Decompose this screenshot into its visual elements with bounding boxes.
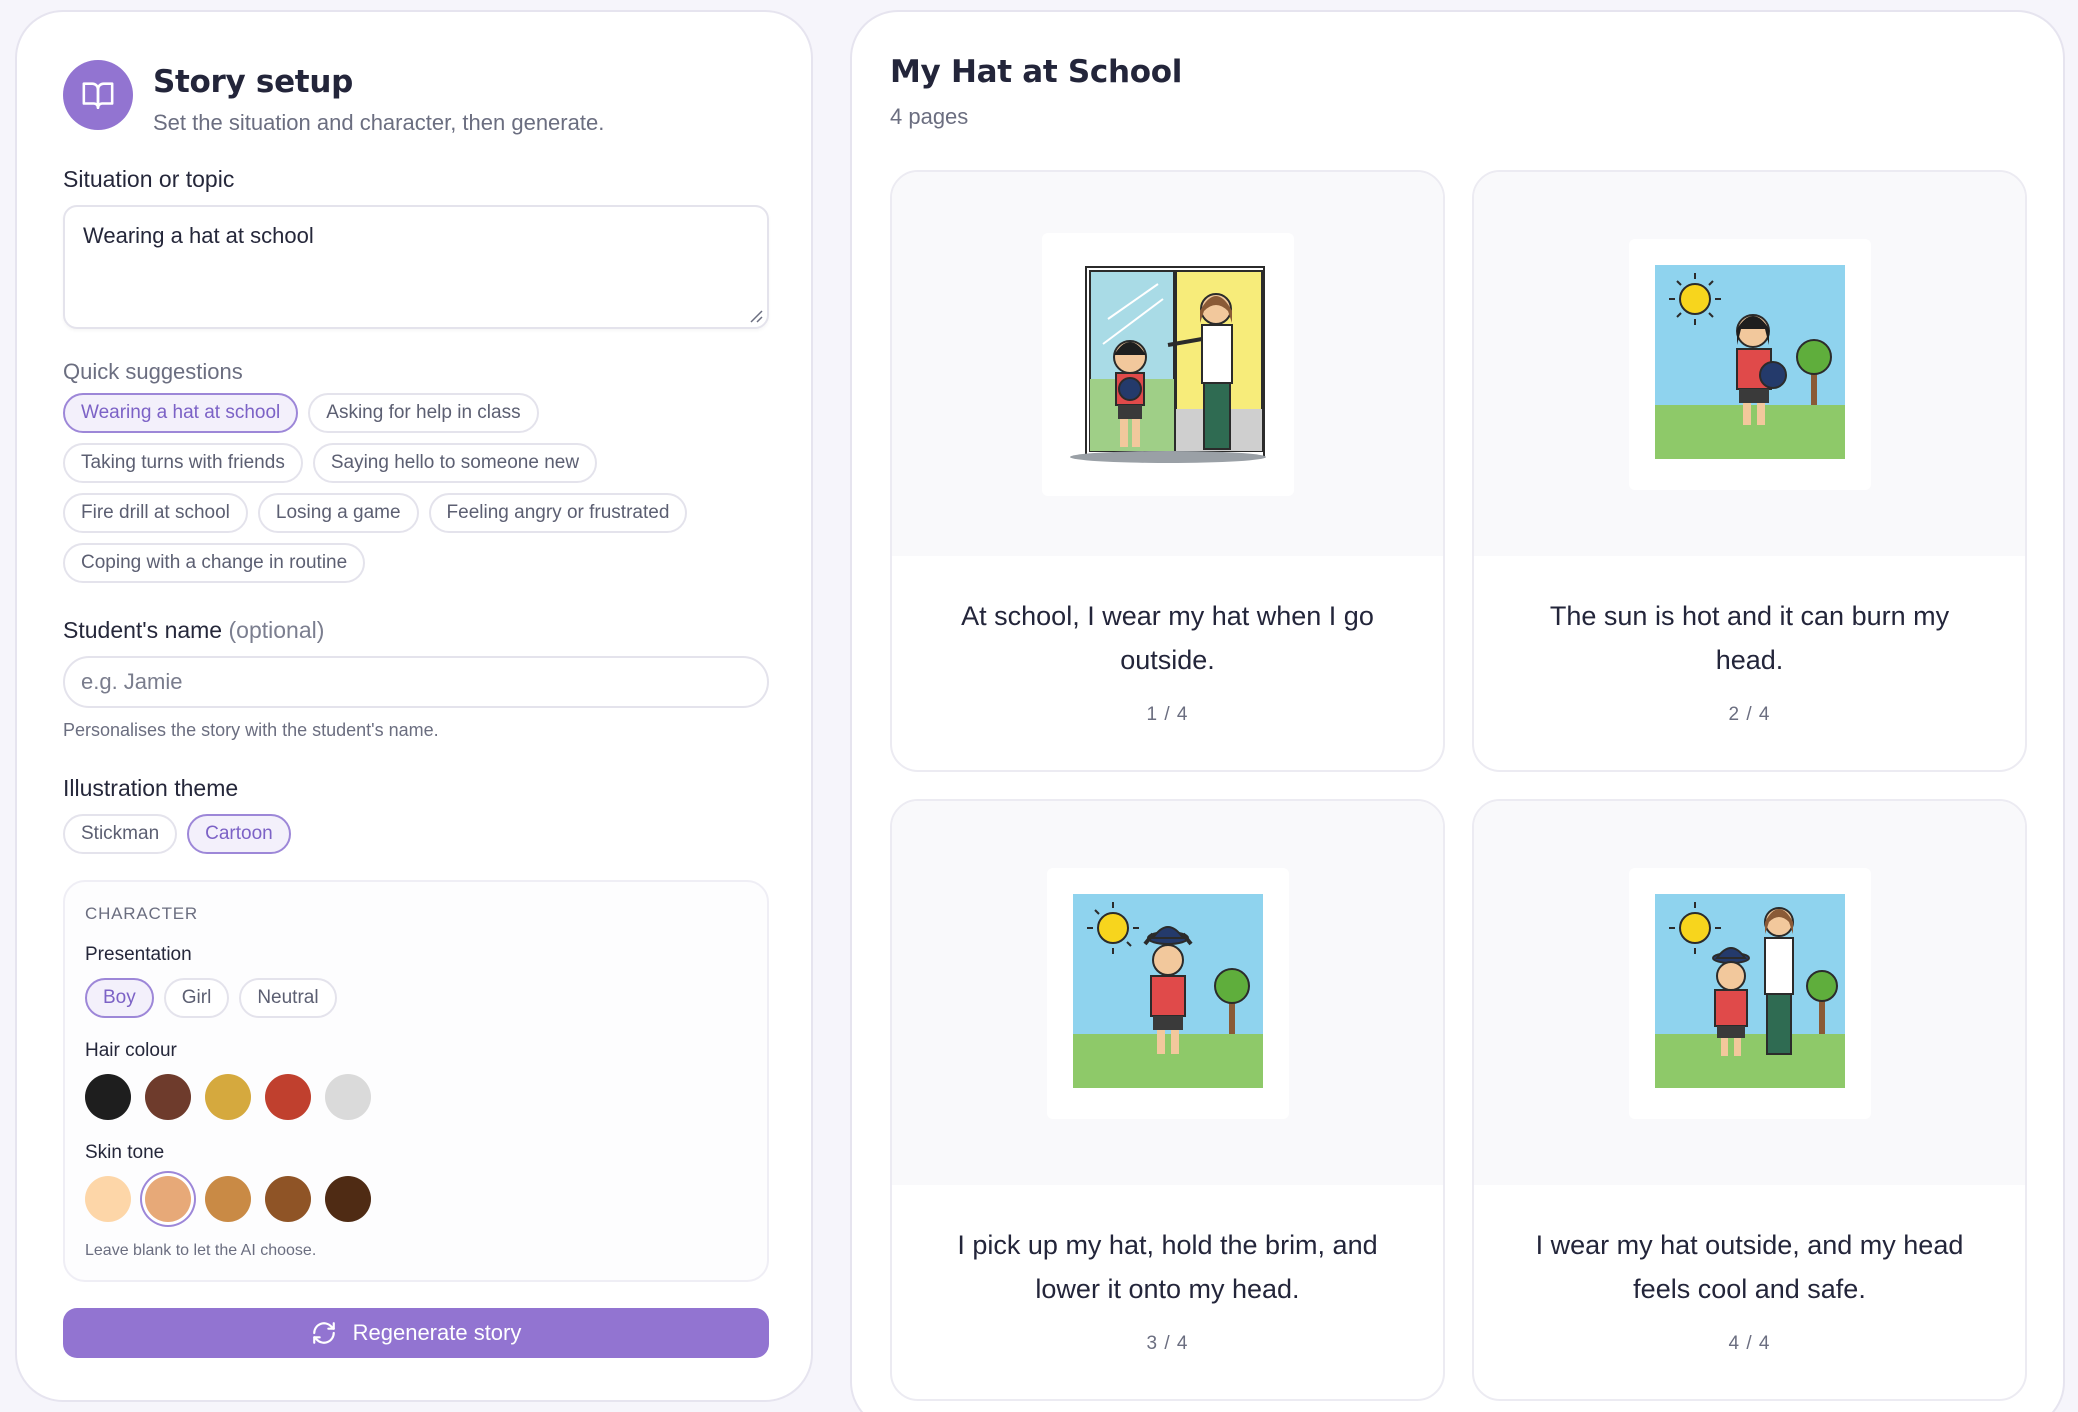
topic-label: Situation or topic [63, 166, 235, 192]
optional-tag: (optional) [228, 617, 325, 643]
skin-swatch-medium[interactable] [205, 1176, 251, 1222]
page-illustration [1628, 867, 1871, 1119]
story-page-card: I wear my hat outside, and my head feels… [1472, 799, 2027, 1401]
open-book-icon [63, 60, 133, 130]
skin-tone-label: Skin tone [85, 1142, 165, 1163]
presentation-chip-girl[interactable]: Girl [163, 978, 230, 1018]
page-illustration [1041, 232, 1294, 496]
page-number: 1 / 4 [1146, 704, 1189, 725]
student-name-input[interactable] [63, 656, 769, 708]
page-count: 4 pages [890, 104, 969, 129]
suggestion-chip[interactable]: Taking turns with friends [63, 443, 303, 483]
child-and-teacher-outside-illustration [1654, 893, 1845, 1088]
page-text: The sun is hot and it can burn my head. [1549, 601, 1950, 675]
story-pages-grid: At school, I wear my hat when I go outsi… [890, 170, 2027, 1401]
student-name-label: Student's name (optional) [63, 617, 765, 644]
student-name-help: Personalises the story with the student'… [63, 720, 439, 740]
theme-chip-stickman[interactable]: Stickman [63, 814, 178, 854]
illustration-theme-label: Illustration theme [63, 775, 239, 801]
character-help: Leave blank to let the AI choose. [85, 1242, 317, 1259]
hair-swatch-black[interactable] [85, 1074, 131, 1120]
resize-grip-icon[interactable] [749, 309, 763, 323]
hair-swatch-red[interactable] [265, 1074, 311, 1120]
student-name-block: Student's name (optional) Personalises t… [63, 617, 769, 741]
character-card: CHARACTER Presentation Boy Girl Neutral … [63, 880, 769, 1282]
page-illustration-area [1474, 801, 2025, 1185]
refresh-icon [312, 1322, 335, 1344]
illustration-theme-block: Illustration theme Stickman Cartoon [63, 775, 765, 854]
page-illustration [1628, 238, 1871, 490]
student-name-label-text: Student's name [63, 617, 223, 643]
hair-colour-label: Hair colour [85, 1040, 177, 1061]
page-text: At school, I wear my hat when I go outsi… [961, 601, 1374, 675]
hair-swatch-blonde[interactable] [205, 1074, 251, 1120]
page-number: 4 / 4 [1728, 1333, 1771, 1354]
page-number: 2 / 4 [1728, 704, 1771, 725]
story-setup-panel: Story setup Set the situation and charac… [15, 10, 813, 1402]
skin-swatch-light[interactable] [85, 1176, 131, 1222]
page-text: I pick up my hat, hold the brim, and low… [957, 1230, 1378, 1304]
suggestion-chip[interactable]: Fire drill at school [63, 493, 248, 533]
setup-header: Story setup Set the situation and charac… [63, 58, 765, 136]
presentation-options: Boy Girl Neutral [85, 978, 747, 1018]
regenerate-story-button[interactable]: Regenerate story [63, 1308, 769, 1358]
child-and-teacher-at-classroom-door-illustration [1069, 265, 1266, 463]
page-illustration [1046, 867, 1289, 1119]
theme-chip-cartoon[interactable]: Cartoon [187, 814, 291, 854]
story-page-card: I pick up my hat, hold the brim, and low… [890, 799, 1445, 1401]
hair-swatch-grey[interactable] [325, 1074, 371, 1120]
skin-swatch-medium-dark[interactable] [265, 1176, 311, 1222]
skin-swatch-dark[interactable] [325, 1176, 371, 1222]
story-title: My Hat at School [890, 54, 1183, 90]
suggestion-chip[interactable]: Asking for help in class [308, 393, 539, 433]
presentation-label: Presentation [85, 944, 192, 965]
story-preview-panel: My Hat at School 4 pages At school, I we… [850, 10, 2065, 1412]
suggestion-chip[interactable]: Coping with a change in routine [63, 543, 366, 583]
character-heading: CHARACTER [85, 904, 198, 923]
presentation-chip-boy[interactable]: Boy [85, 978, 154, 1018]
suggestion-chip[interactable]: Saying hello to someone new [312, 443, 598, 483]
suggestion-chips: Wearing a hat at school Asking for help … [63, 393, 783, 583]
page-text: I wear my hat outside, and my head feels… [1535, 1230, 1964, 1304]
suggestion-chip[interactable]: Feeling angry or frustrated [428, 493, 688, 533]
child-in-sun-illustration [1654, 264, 1845, 459]
suggestions-label: Quick suggestions [63, 359, 243, 384]
story-page-card: The sun is hot and it can burn my head. … [1472, 170, 2027, 772]
page-illustration-area [1474, 172, 2025, 556]
skin-swatch-light-medium[interactable] [145, 1176, 191, 1222]
suggestion-chip[interactable]: Losing a game [257, 493, 419, 533]
page-illustration-area [892, 801, 1443, 1185]
hair-swatch-brown[interactable] [145, 1074, 191, 1120]
suggestion-chip[interactable]: Wearing a hat at school [63, 393, 299, 433]
hair-colour-swatches [85, 1074, 747, 1120]
story-page-card: At school, I wear my hat when I go outsi… [890, 170, 1445, 772]
skin-tone-swatches [85, 1176, 747, 1222]
regenerate-label: Regenerate story [352, 1320, 522, 1345]
topic-value: Wearing a hat at school [83, 223, 314, 248]
page-illustration-area [892, 172, 1443, 556]
setup-title: Story setup [153, 64, 353, 100]
theme-options: Stickman Cartoon [63, 814, 765, 854]
presentation-chip-neutral[interactable]: Neutral [239, 978, 337, 1018]
page-number: 3 / 4 [1146, 1333, 1189, 1354]
topic-textarea[interactable]: Wearing a hat at school [63, 205, 769, 329]
setup-subtitle: Set the situation and character, then ge… [153, 110, 605, 135]
child-putting-on-hat-illustration [1072, 893, 1263, 1088]
